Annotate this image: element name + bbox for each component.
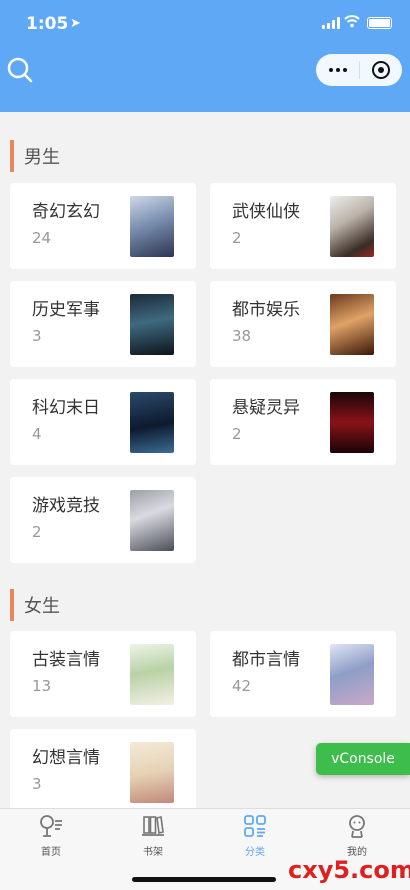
home-icon bbox=[40, 815, 62, 837]
category-count: 2 bbox=[232, 425, 242, 443]
status-bar: 1:05 ➤ bbox=[0, 0, 410, 46]
category-card[interactable]: 历史军事 3 bbox=[10, 281, 196, 367]
category-name: 奇幻玄幻 bbox=[32, 202, 100, 222]
category-card[interactable]: 武侠仙侠 2 bbox=[210, 183, 396, 269]
category-count: 2 bbox=[32, 523, 42, 541]
tab-label: 书架 bbox=[143, 847, 163, 858]
category-count: 42 bbox=[232, 677, 252, 695]
category-count: 3 bbox=[32, 775, 42, 793]
cellular-signal-icon bbox=[322, 17, 340, 29]
watermark-text: cxy5.com bbox=[288, 856, 410, 884]
category-card[interactable]: 游戏竞技 2 bbox=[10, 477, 196, 563]
tab-bookshelf[interactable]: 书架 bbox=[102, 813, 204, 863]
category-count: 13 bbox=[32, 677, 52, 695]
category-card[interactable]: 奇幻玄幻 24 bbox=[10, 183, 196, 269]
book-cover-image bbox=[130, 196, 174, 257]
search-icon[interactable] bbox=[6, 56, 34, 84]
category-card[interactable]: 科幻末日 4 bbox=[10, 379, 196, 465]
category-name: 古装言情 bbox=[32, 650, 100, 670]
category-name: 游戏竞技 bbox=[32, 496, 100, 516]
mini-program-capsule bbox=[316, 54, 402, 86]
category-card[interactable]: 都市娱乐 38 bbox=[210, 281, 396, 367]
location-arrow-icon: ➤ bbox=[70, 16, 81, 31]
book-cover-image bbox=[330, 196, 374, 257]
book-cover-image bbox=[130, 742, 174, 803]
book-cover-image bbox=[330, 644, 374, 705]
tab-label: 首页 bbox=[41, 847, 61, 858]
category-count: 24 bbox=[32, 229, 52, 247]
tab-home[interactable]: 首页 bbox=[0, 813, 102, 863]
book-cover-image bbox=[330, 392, 374, 453]
wifi-icon bbox=[344, 15, 360, 28]
home-indicator[interactable] bbox=[132, 877, 276, 882]
header-zigzag-edge bbox=[0, 96, 410, 108]
vconsole-button[interactable]: vConsole bbox=[316, 743, 410, 775]
book-cover-image bbox=[130, 294, 174, 355]
category-count: 38 bbox=[232, 327, 252, 345]
category-count: 3 bbox=[32, 327, 42, 345]
mini-program-close-icon[interactable] bbox=[360, 54, 402, 86]
category-name: 都市娱乐 bbox=[232, 300, 300, 320]
category-name: 幻想言情 bbox=[32, 748, 100, 768]
section-title-label: 男生 bbox=[24, 147, 60, 168]
category-count: 4 bbox=[32, 425, 42, 443]
section-title-female: 女生 bbox=[10, 589, 60, 621]
category-name: 科幻末日 bbox=[32, 398, 100, 418]
more-dots-icon[interactable] bbox=[316, 54, 359, 86]
category-count: 2 bbox=[232, 229, 242, 247]
section-accent-bar bbox=[10, 589, 14, 621]
category-icon bbox=[244, 815, 266, 837]
bookshelf-icon bbox=[142, 816, 164, 836]
battery-icon bbox=[367, 17, 392, 29]
status-time: 1:05 bbox=[26, 14, 69, 34]
book-cover-image bbox=[330, 294, 374, 355]
category-card[interactable]: 幻想言情 3 bbox=[10, 729, 196, 815]
section-title-label: 女生 bbox=[24, 596, 60, 617]
book-cover-image bbox=[130, 644, 174, 705]
category-card[interactable]: 都市言情 42 bbox=[210, 631, 396, 717]
book-cover-image bbox=[130, 490, 174, 551]
book-cover-image bbox=[130, 392, 174, 453]
category-card[interactable]: 悬疑灵异 2 bbox=[210, 379, 396, 465]
category-name: 悬疑灵异 bbox=[232, 398, 300, 418]
category-name: 都市言情 bbox=[232, 650, 300, 670]
section-title-male: 男生 bbox=[10, 140, 60, 172]
category-name: 历史军事 bbox=[32, 300, 100, 320]
tab-label: 分类 bbox=[245, 847, 265, 858]
category-card[interactable]: 古装言情 13 bbox=[10, 631, 196, 717]
section-accent-bar bbox=[10, 140, 14, 172]
profile-icon bbox=[349, 815, 365, 838]
category-name: 武侠仙侠 bbox=[232, 202, 300, 222]
